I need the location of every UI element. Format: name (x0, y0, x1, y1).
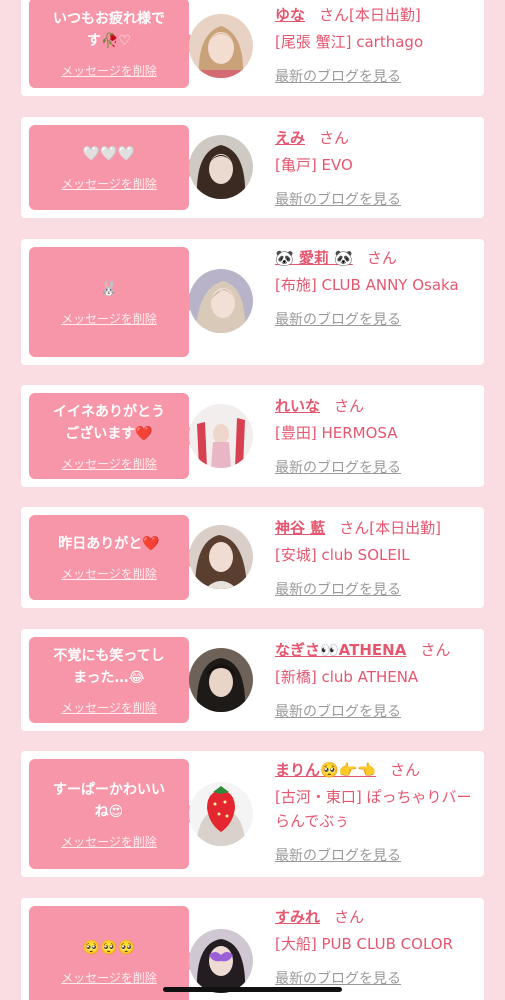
message-card: すーぱーかわいい ね😍 メッセージを削除 まりん🥺👉👈 さん [古河・東口] ぽっ… (21, 751, 484, 877)
latest-blog-link[interactable]: 最新のブログを見る (275, 189, 480, 209)
latest-blog-link[interactable]: 最新のブログを見る (275, 457, 480, 477)
message-card: 🤍🤍🤍 メッセージを削除 えみ さん [亀戸] EVO 最新のブログを見る (21, 117, 484, 218)
message-card: いつもお疲れ様で す🥀♡ メッセージを削除 ゆな さん[本日出勤] [尾張 蟹江]… (21, 0, 484, 96)
message-text: 🤍🤍🤍 (82, 146, 136, 162)
message-card: 🥺🥺🥺 メッセージを削除 すみれ さん [大船] PUB CLUB COLOR 最… (21, 898, 484, 1000)
delete-message-link[interactable]: メッセージを削除 (61, 455, 157, 472)
home-indicator (163, 987, 342, 992)
cast-info: ゆな さん[本日出勤] [尾張 蟹江] carthago 最新のブログを見る (275, 4, 480, 86)
delete-message-link[interactable]: メッセージを削除 (61, 175, 157, 192)
honorific: さん[本日出勤] (319, 6, 421, 24)
message-text: 🥺🥺🥺 (82, 939, 136, 956)
latest-blog-link[interactable]: 最新のブログを見る (275, 309, 480, 329)
message-card: 不覚にも笑ってし まった…😂 メッセージを削除 なぎさ👀ATHENA さん [新橋… (21, 629, 484, 731)
latest-blog-link[interactable]: 最新のブログを見る (275, 968, 480, 988)
avatar[interactable] (189, 929, 253, 993)
avatar[interactable] (189, 135, 253, 199)
message-bubble: 🤍🤍🤍 メッセージを削除 (29, 125, 200, 210)
latest-blog-link[interactable]: 最新のブログを見る (275, 66, 480, 86)
honorific: さん (334, 397, 365, 415)
message-bubble: すーぱーかわいい ね😍 メッセージを削除 (29, 759, 200, 869)
avatar[interactable] (189, 782, 253, 846)
delete-message-link[interactable]: メッセージを削除 (61, 62, 157, 79)
cast-info: 神谷 藍さん[本日出勤] [安城] club SOLEIL 最新のブログを見る (275, 517, 480, 599)
honorific: さん (366, 249, 397, 267)
avatar[interactable] (189, 648, 253, 712)
message-text: 昨日ありがと❤️ (58, 536, 160, 552)
cast-name-link[interactable]: すみれ (275, 908, 320, 926)
message-bubble: 昨日ありがと❤️ メッセージを削除 (29, 515, 200, 600)
delete-message-link[interactable]: メッセージを削除 (61, 310, 157, 327)
avatar[interactable] (189, 404, 253, 468)
cast-name-link[interactable]: 🐼 愛莉 🐼 (275, 249, 353, 267)
cast-name-link[interactable]: まりん🥺👉👈 (275, 761, 376, 779)
shop-info: [新橋] club ATHENA (275, 668, 419, 686)
cast-info: まりん🥺👉👈 さん [古河・東口] ぽっちゃりバー らんでぶぅ 最新のブログを見る (275, 759, 480, 865)
message-text: いつもお疲れ様で す🥀♡ (53, 10, 165, 49)
cast-info: 🐼 愛莉 🐼 さん [布施] CLUB ANNY Osaka 最新のブログを見る (275, 247, 480, 329)
shop-info: [古河・東口] ぽっちゃりバー らんでぶぅ (275, 788, 472, 830)
honorific: さん (319, 129, 350, 147)
cast-name-link[interactable]: 神谷 藍 (275, 519, 325, 537)
cast-info: すみれ さん [大船] PUB CLUB COLOR 最新のブログを見る (275, 906, 480, 988)
honorific: さん (334, 908, 365, 926)
honorific: さん (390, 761, 421, 779)
shop-info: [安城] club SOLEIL (275, 546, 410, 564)
shop-info: [尾張 蟹江] carthago (275, 33, 424, 51)
message-card: イイネありがとう ございます❤️ メッセージを削除 れいな さん [豊田] HER… (21, 385, 484, 487)
avatar[interactable] (189, 269, 253, 333)
cast-name-link[interactable]: えみ (275, 129, 305, 147)
latest-blog-link[interactable]: 最新のブログを見る (275, 579, 480, 599)
message-text: イイネありがとう ございます❤️ (53, 403, 165, 442)
cast-name-link[interactable]: なぎさ👀ATHENA (275, 641, 406, 659)
cast-info: なぎさ👀ATHENA さん [新橋] club ATHENA 最新のブログを見る (275, 639, 480, 721)
avatar[interactable] (189, 525, 253, 589)
cast-name-link[interactable]: ゆな (275, 6, 305, 24)
shop-info: [布施] CLUB ANNY Osaka (275, 276, 459, 294)
cast-info: えみ さん [亀戸] EVO 最新のブログを見る (275, 127, 480, 209)
message-bubble: 不覚にも笑ってし まった…😂 メッセージを削除 (29, 637, 200, 723)
message-list: いつもお疲れ様で す🥀♡ メッセージを削除 ゆな さん[本日出勤] [尾張 蟹江]… (0, 0, 505, 1000)
delete-message-link[interactable]: メッセージを削除 (61, 565, 157, 582)
message-card: 昨日ありがと❤️ メッセージを削除 神谷 藍さん[本日出勤] [安城] club… (21, 507, 484, 608)
shop-info: [大船] PUB CLUB COLOR (275, 935, 454, 953)
message-bubble: 🥺🥺🥺 メッセージを削除 (29, 906, 200, 1000)
message-text: すーぱーかわいい ね😍 (53, 781, 165, 820)
shop-info: [豊田] HERMOSA (275, 424, 398, 442)
message-card: 🐰 メッセージを削除 🐼 愛莉 🐼 さん [布施] CLUB ANNY Osaka… (21, 239, 484, 365)
shop-info: [亀戸] EVO (275, 156, 353, 174)
honorific: さん[本日出勤] (339, 519, 441, 537)
cast-info: れいな さん [豊田] HERMOSA 最新のブログを見る (275, 395, 480, 477)
message-bubble: 🐰 メッセージを削除 (29, 247, 200, 357)
message-bubble: イイネありがとう ございます❤️ メッセージを削除 (29, 393, 200, 479)
latest-blog-link[interactable]: 最新のブログを見る (275, 701, 480, 721)
delete-message-link[interactable]: メッセージを削除 (61, 699, 157, 716)
message-text: 🐰 (100, 280, 118, 297)
message-bubble: いつもお疲れ様で す🥀♡ メッセージを削除 (29, 0, 200, 88)
latest-blog-link[interactable]: 最新のブログを見る (275, 845, 480, 865)
avatar[interactable] (189, 14, 253, 78)
cast-name-link[interactable]: れいな (275, 397, 320, 415)
delete-message-link[interactable]: メッセージを削除 (61, 969, 157, 986)
message-text: 不覚にも笑ってし まった…😂 (53, 647, 165, 686)
honorific: さん (420, 641, 451, 659)
delete-message-link[interactable]: メッセージを削除 (61, 833, 157, 850)
